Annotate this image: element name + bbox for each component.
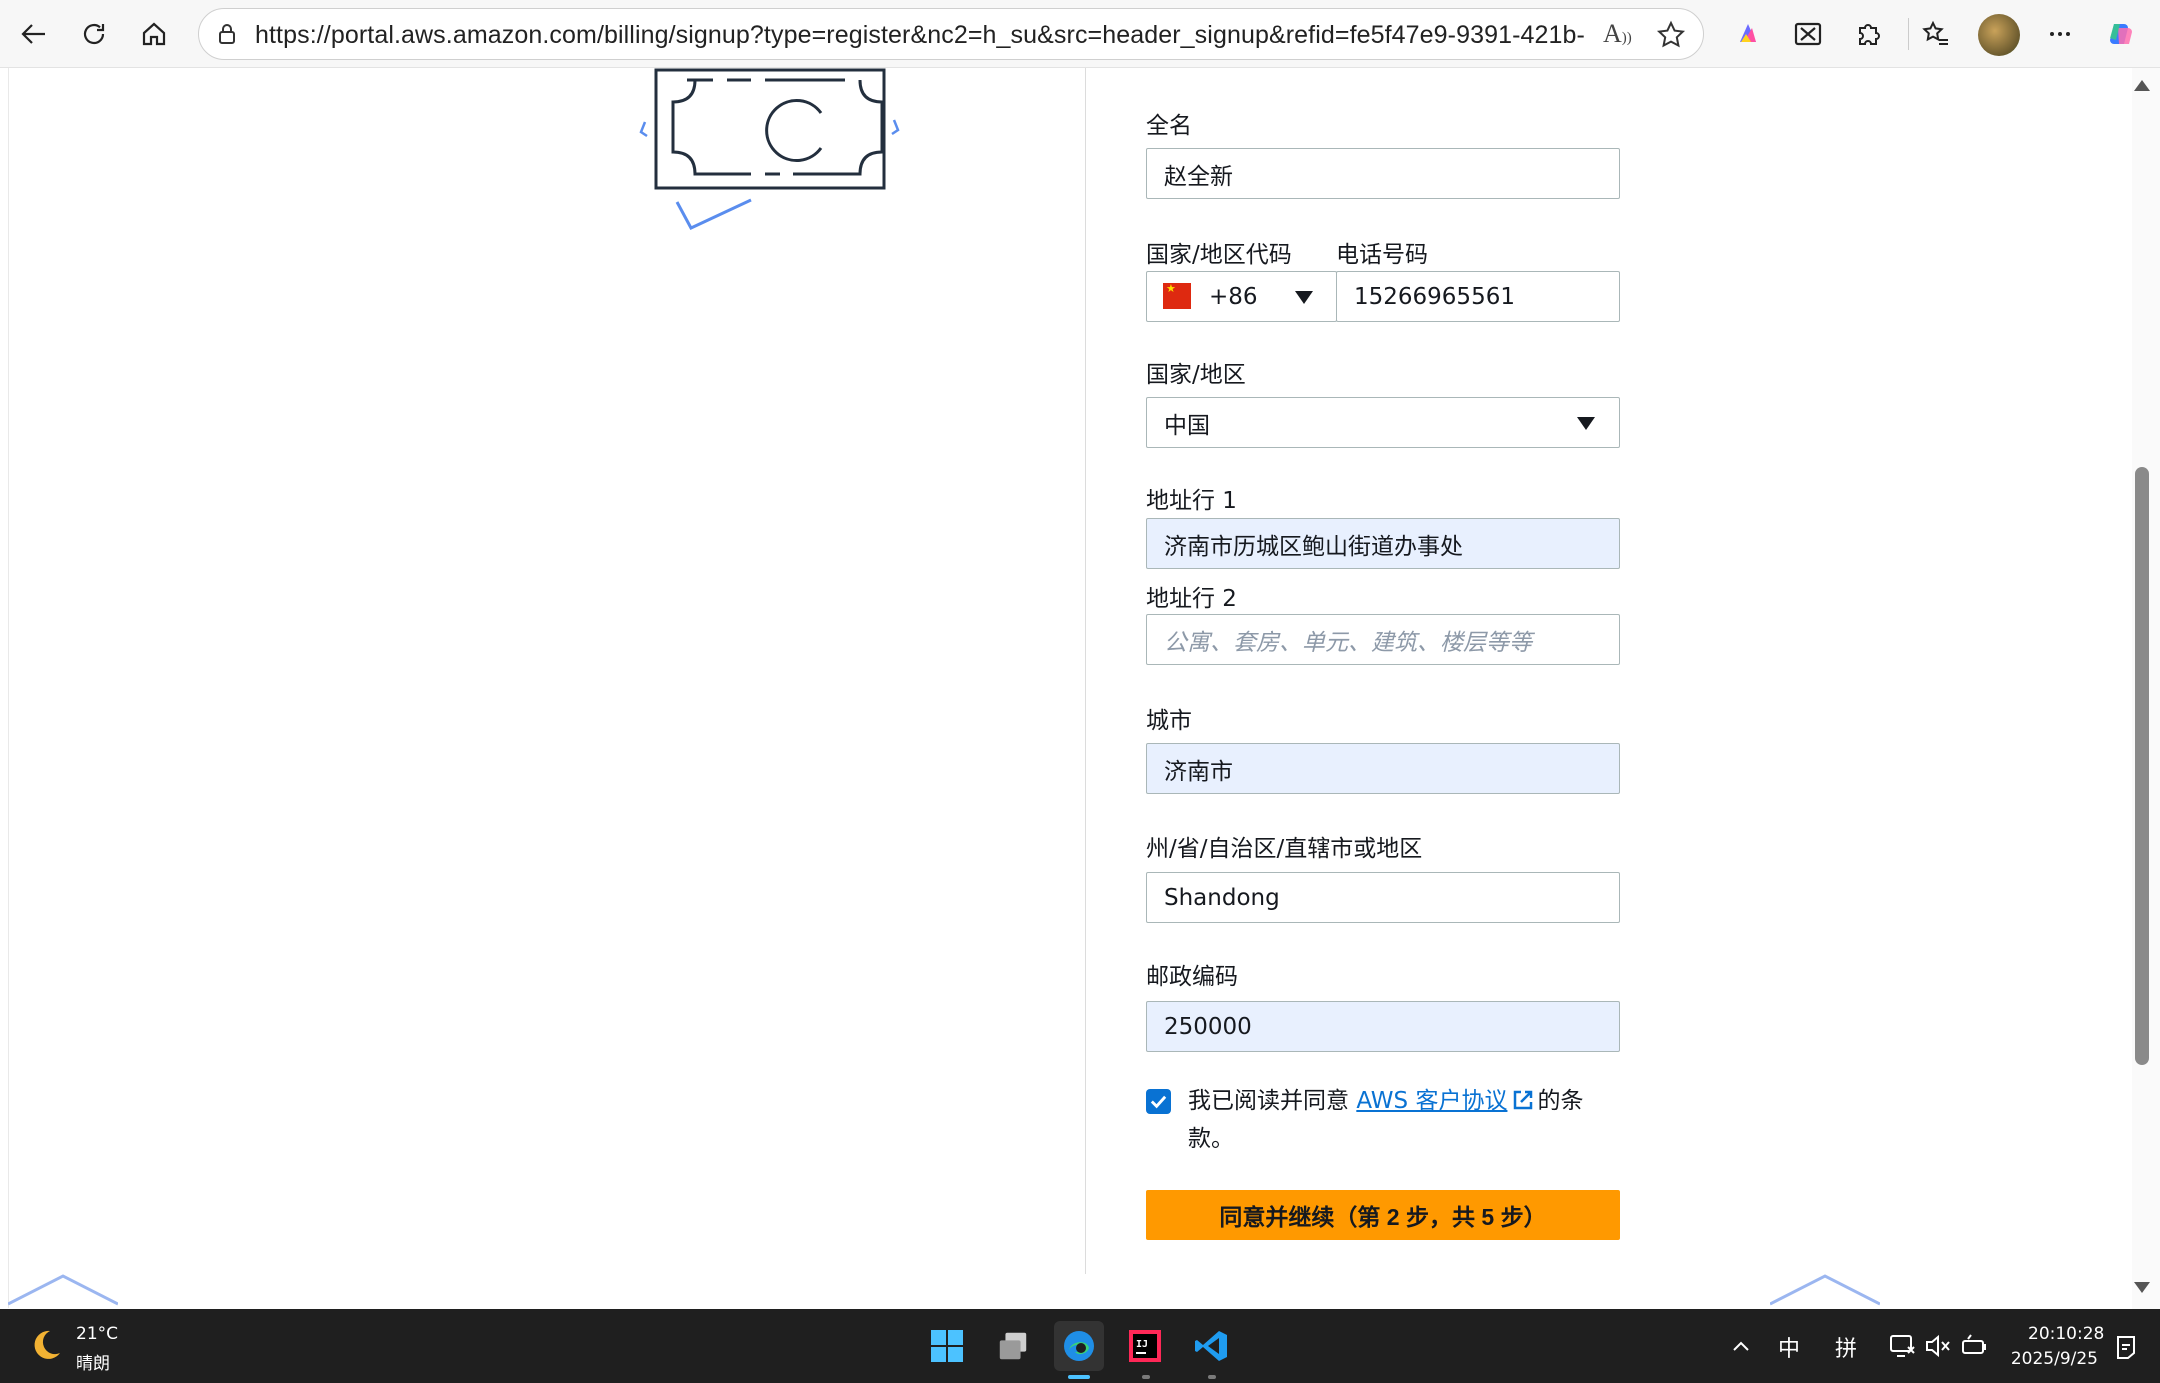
jetbrains-indicator [1142,1375,1150,1379]
task-view-icon [999,1332,1027,1360]
scrollbar-thumb[interactable] [2135,467,2149,1065]
network-icon[interactable] [1888,1333,1916,1359]
windows-taskbar: 21°C 晴朗 IJ 中 拼 20:10:28 2025/9/25 [0,1309,2160,1383]
moon-icon[interactable] [28,1327,64,1363]
postal-code-input[interactable]: 250000 [1146,1001,1620,1052]
clock-time[interactable]: 20:10:28 [2028,1324,2104,1344]
extension-screenshot-icon[interactable] [1786,12,1830,56]
column-divider [1085,68,1086,1274]
country-code-label: 国家/地区代码 [1146,242,1292,268]
more-options-icon[interactable] [2038,12,2082,56]
address1-label: 地址行 1 [1146,488,1237,514]
extensions-puzzle-icon[interactable] [1846,12,1890,56]
url-text[interactable]: https://portal.aws.amazon.com/billing/si… [255,21,1585,50]
refresh-icon [83,23,105,45]
arrow-left-icon [21,24,45,44]
read-aloud-icon[interactable]: A)) [1603,19,1632,49]
refresh-button[interactable] [70,10,118,58]
ime-language-indicator[interactable]: 中 [1778,1331,1800,1363]
chevron-down-icon [1295,291,1313,304]
state-input[interactable]: Shandong [1146,872,1620,923]
phone-input[interactable]: 15266965561 [1336,271,1620,322]
decorative-triangle-left [8,1274,118,1306]
vscode-icon [1195,1331,1227,1361]
page-left-edge [8,68,9,1308]
phone-label: 电话号码 [1336,242,1428,268]
check-icon [1150,1095,1167,1109]
agree-checkbox[interactable] [1146,1089,1171,1114]
vscode-indicator [1208,1375,1216,1379]
profile-avatar[interactable] [1978,14,2020,56]
billing-illustration [639,68,900,230]
windows-logo-icon [931,1330,963,1362]
agree-prefix: 我已阅读并同意 [1188,1088,1357,1114]
full-name-input[interactable]: 赵全新 [1146,148,1620,199]
ime-mode-indicator[interactable]: 拼 [1835,1331,1857,1363]
country-code-value: +86 [1209,283,1258,310]
copilot-icon[interactable] [2098,12,2142,56]
favorites-icon[interactable] [1914,12,1958,56]
taskbar-vscode-app[interactable] [1186,1321,1236,1371]
svg-text:IJ: IJ [1136,1339,1148,1350]
intellij-icon: IJ [1129,1330,1161,1362]
external-link-icon[interactable] [1511,1088,1535,1112]
battery-icon[interactable] [1960,1333,1988,1359]
country-label: 国家/地区 [1146,362,1246,388]
country-code-select[interactable]: +86 [1146,271,1337,322]
scroll-up-arrow-icon[interactable] [2134,80,2150,91]
taskbar-edge-app[interactable] [1054,1321,1104,1371]
edge-active-indicator [1068,1375,1090,1379]
decorative-triangle-right [1770,1274,1880,1306]
taskbar-jetbrains-app[interactable]: IJ [1120,1321,1170,1371]
edge-browser-icon [1064,1331,1094,1361]
favorite-star-icon[interactable] [1655,19,1687,51]
country-select[interactable]: 中国 [1146,397,1620,448]
start-button[interactable] [922,1321,972,1371]
weather-temperature[interactable]: 21°C [76,1324,118,1344]
toolbar-divider [1908,18,1909,50]
volume-muted-icon[interactable] [1924,1333,1952,1359]
back-button[interactable] [10,10,58,58]
agree-continue-button[interactable]: 同意并继续（第 2 步，共 5 步） [1146,1190,1620,1240]
weather-description[interactable]: 晴朗 [76,1349,110,1374]
address1-input[interactable]: 济南市历城区鲍山街道办事处 [1146,518,1620,569]
address2-input[interactable]: 公寓、套房、单元、建筑、楼层等等 [1146,614,1620,665]
home-icon [142,22,166,46]
customer-agreement-link[interactable]: AWS 客户协议 [1356,1088,1507,1114]
task-view-button[interactable] [988,1321,1038,1371]
postal-code-label: 邮政编码 [1146,964,1238,990]
extension-colorful-icon[interactable] [1726,12,1770,56]
state-label: 州/省/自治区/直辖市或地区 [1146,836,1423,862]
agreement-text: 我已阅读并同意 AWS 客户协议 的条款。 [1188,1082,1608,1158]
china-flag-icon [1163,282,1191,309]
chevron-down-icon [1577,417,1595,430]
clock-date[interactable]: 2025/9/25 [2010,1349,2098,1369]
page-content [0,68,2160,1309]
country-value: 中国 [1164,412,1210,439]
city-input[interactable]: 济南市 [1146,743,1620,794]
browser-toolbar: https://portal.aws.amazon.com/billing/si… [0,0,2160,68]
lock-icon[interactable] [213,20,241,48]
home-button[interactable] [130,10,178,58]
address2-label: 地址行 2 [1146,586,1237,612]
notification-icon[interactable] [2112,1333,2140,1361]
chevron-up-icon[interactable] [1730,1335,1752,1357]
scroll-down-arrow-icon[interactable] [2134,1282,2150,1293]
address-bar[interactable]: https://portal.aws.amazon.com/billing/si… [198,8,1704,60]
city-label: 城市 [1146,708,1192,734]
full-name-label: 全名 [1146,113,1192,139]
